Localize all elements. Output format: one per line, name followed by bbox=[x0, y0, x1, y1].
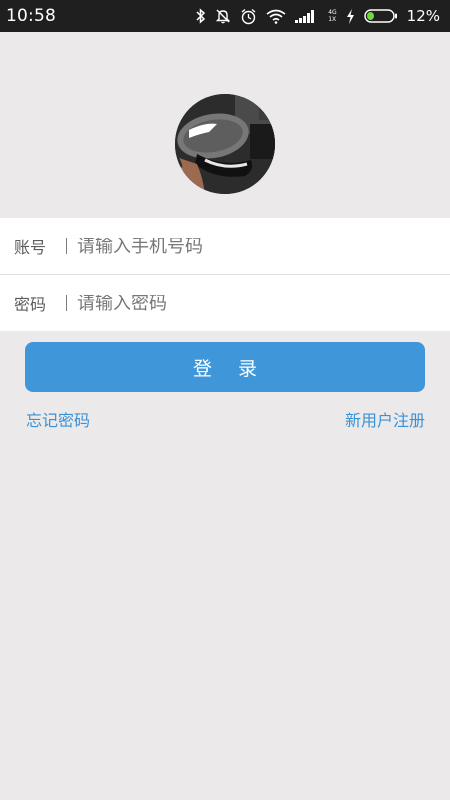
network-type: 4G 1X bbox=[328, 9, 336, 23]
network-top-label: 4G bbox=[328, 9, 337, 16]
status-bar: 10:58 4G 1X 12% bbox=[0, 0, 450, 32]
status-time: 10:58 bbox=[6, 6, 56, 26]
account-row: 账号 bbox=[0, 218, 450, 274]
account-input[interactable] bbox=[66, 238, 450, 254]
signal-icon bbox=[295, 9, 319, 23]
charging-icon bbox=[346, 8, 355, 24]
alarm-icon bbox=[240, 8, 257, 25]
network-bottom-label: 1X bbox=[328, 16, 337, 23]
forgot-password-link[interactable]: 忘记密码 bbox=[26, 407, 90, 431]
login-button[interactable]: 登 录 bbox=[25, 342, 425, 392]
mute-icon bbox=[215, 8, 231, 24]
status-icons: 4G 1X 12% bbox=[195, 7, 440, 25]
password-label: 密码 bbox=[14, 295, 47, 314]
avatar[interactable] bbox=[175, 94, 275, 194]
register-link[interactable]: 新用户注册 bbox=[345, 407, 425, 431]
avatar-image bbox=[175, 94, 275, 194]
wifi-icon bbox=[266, 9, 286, 24]
login-form: 账号 密码 bbox=[0, 218, 450, 331]
account-label: 账号 bbox=[14, 238, 47, 257]
battery-percent: 12% bbox=[406, 7, 440, 25]
battery-icon bbox=[363, 9, 398, 23]
password-row: 密码 bbox=[0, 274, 450, 331]
bluetooth-icon bbox=[195, 8, 206, 24]
password-input[interactable] bbox=[66, 295, 450, 311]
